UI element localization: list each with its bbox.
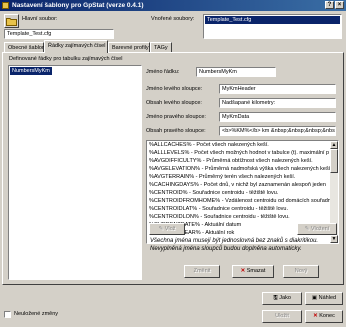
tab-general[interactable]: Obecné šablony <box>4 42 48 52</box>
section-title: Definované řádky pro tabulku zajímavých … <box>9 56 123 62</box>
right-col-name-label: Jméno pravého sloupce: <box>146 114 206 120</box>
pencil-icon: ✎ <box>304 226 310 232</box>
close-button[interactable]: ✕ Konec <box>305 310 343 323</box>
tab-interesting-rows[interactable]: Řádky zajímavých čísel <box>44 40 108 53</box>
rows-list[interactable]: NumbersMyKm <box>8 65 142 280</box>
nested-files-list[interactable]: Template_Test.cfg <box>203 14 342 39</box>
insert-label: Vlož <box>164 226 176 232</box>
naming-note: Všechna jména musejí být jednoslovná bez… <box>150 238 319 252</box>
preview-button[interactable]: ▣ Náhled <box>305 292 343 305</box>
unsaved-checkbox[interactable] <box>4 311 11 318</box>
left-col-name-field[interactable]: MyKmHeader <box>219 84 336 94</box>
save-as-label: Jako <box>279 295 291 301</box>
list-item[interactable]: %CENTROID% - Souřadnice centroidu - těži… <box>147 189 330 197</box>
tab-color-profiles[interactable]: Barevné profily <box>108 42 150 52</box>
insert-button[interactable]: ✎ Vlož <box>149 223 185 235</box>
list-item[interactable]: %AVGELEVATION% - Průměrná nadmořská výšk… <box>147 165 330 173</box>
tab-panel: Definované řádky pro tabulku zajímavých … <box>2 52 344 285</box>
paste-label: Vložení <box>310 226 330 232</box>
list-item[interactable]: %ALLLEVELS% - Počet všech možných hodnot… <box>147 149 330 157</box>
list-item[interactable]: %CACHINGDAYS% - Počet dnů, v nichž byl z… <box>147 181 330 189</box>
list-item[interactable]: %AVGDIFFICULTY% - Průměrná obtížnost vše… <box>147 157 330 165</box>
pencil-icon: ✎ <box>158 226 164 232</box>
folder-icon <box>6 18 17 26</box>
main-file-label: Hlavní soubor: <box>22 16 58 22</box>
scroll-up-icon[interactable]: ▲ <box>330 141 338 149</box>
save-button[interactable]: Uložit <box>262 310 302 323</box>
row-name-field[interactable]: NumbersMyKm <box>196 67 276 77</box>
scroll-thumb[interactable] <box>330 149 338 173</box>
delete-label: Smazat <box>246 268 266 274</box>
right-col-content-label: Obsah pravého sloupce: <box>146 128 206 134</box>
open-folder-button[interactable] <box>4 14 19 28</box>
right-col-content-field[interactable]: <b>%KM%</b> km &nbsp;&nbsp;&nbsp;&nbsp;(… <box>219 126 336 136</box>
row-name-label: Jméno řádku: <box>146 69 180 75</box>
delete-x-icon: ✕ <box>240 268 246 274</box>
save-as-icon: 🖫 <box>273 295 278 301</box>
save-as-button[interactable]: 🖫 Jako <box>262 292 302 305</box>
change-button[interactable]: Změnit <box>184 265 220 278</box>
unsaved-label: Neuložené změny <box>14 311 59 317</box>
help-icon[interactable]: ? <box>325 1 334 9</box>
right-col-name-field[interactable]: MyKmData <box>219 112 336 122</box>
title-bar[interactable]: Nastavení šablony pro GpStat (verze 0.4.… <box>0 0 346 11</box>
list-item[interactable]: %ALLCACHES% - Počet všech nalezených keš… <box>147 141 330 149</box>
settings-window: Nastavení šablony pro GpStat (verze 0.4.… <box>0 0 346 327</box>
paste-button[interactable]: ✎ Vložení <box>297 223 337 235</box>
app-icon <box>2 2 9 9</box>
close-icon[interactable]: × <box>335 1 344 9</box>
nested-files-label: Vnořené soubory: <box>151 16 195 22</box>
list-item[interactable]: %CENTROIDLON% - Souřadnice centroidu - t… <box>147 213 330 221</box>
left-col-content-field[interactable]: Nadšapané kilometry: <box>219 98 336 108</box>
delete-button[interactable]: ✕ Smazat <box>232 265 274 278</box>
left-col-name-label: Jméno levého sloupce: <box>146 86 203 92</box>
new-button[interactable]: Nový <box>283 265 319 278</box>
nested-file-item[interactable]: Template_Test.cfg <box>205 16 340 24</box>
close-x-icon: ✕ <box>313 313 318 319</box>
list-item[interactable]: NumbersMyKm <box>10 67 52 75</box>
preview-label: Náhled <box>318 295 337 301</box>
tab-tags[interactable]: TAGy <box>150 42 172 52</box>
list-item[interactable]: %AVGTERRAIN% - Průměrný terén všech nale… <box>147 173 330 181</box>
window-title: Nastavení šablony pro GpStat (verze 0.4.… <box>12 2 144 9</box>
preview-icon: ▣ <box>311 295 318 301</box>
main-file-field[interactable]: Template_Test.cfg <box>4 29 114 39</box>
close-label: Konec <box>319 313 335 319</box>
left-col-content-label: Obsah levého sloupce: <box>146 100 202 106</box>
list-item[interactable]: %CENTROIDFROMHOME% - Vzdálenost centroid… <box>147 197 330 205</box>
list-item[interactable]: %CENTROIDLAT% - Souřadnice centroidu - t… <box>147 205 330 213</box>
